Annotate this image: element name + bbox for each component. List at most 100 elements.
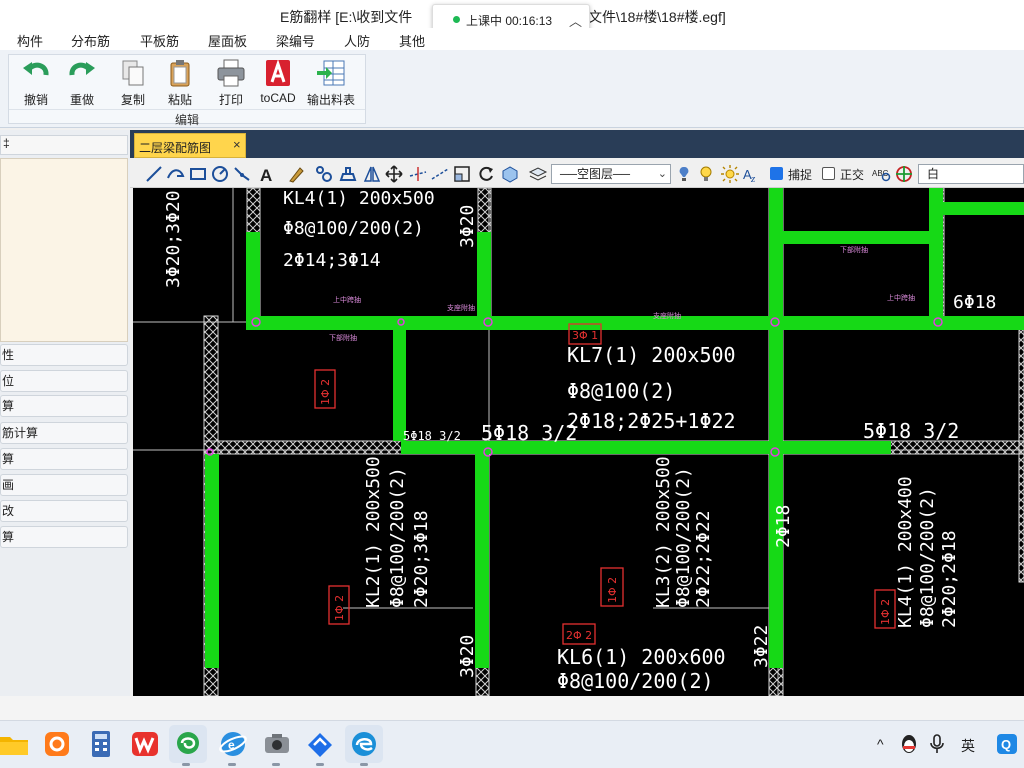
search-app-icon[interactable]: Q bbox=[996, 733, 1018, 755]
beam-3[interactable] bbox=[246, 232, 260, 316]
browser-icon[interactable]: e bbox=[218, 729, 248, 759]
efanyang-icon[interactable] bbox=[173, 729, 203, 759]
rectangle-tool-icon[interactable] bbox=[188, 164, 208, 184]
layer-visible-icon[interactable] bbox=[674, 164, 694, 184]
scale-tool-icon[interactable] bbox=[452, 164, 472, 184]
export-table-button[interactable]: 输出料表 bbox=[307, 57, 355, 107]
edge-icon[interactable] bbox=[349, 729, 379, 759]
move-tool-icon[interactable] bbox=[384, 164, 404, 184]
rebar-tag-4[interactable]: 1Φ 2 bbox=[600, 567, 624, 607]
microphone-icon[interactable] bbox=[928, 733, 946, 755]
text-style-icon[interactable]: Az bbox=[742, 164, 762, 184]
left-btn-modify[interactable]: 改 bbox=[0, 500, 128, 522]
print-button[interactable]: 打印 bbox=[207, 57, 255, 107]
dimension-tool-icon[interactable] bbox=[232, 164, 252, 184]
layer-dropdown[interactable]: ──空图层── ⌄ bbox=[551, 164, 671, 184]
calculator-icon[interactable] bbox=[86, 729, 116, 759]
brush-tool-icon[interactable] bbox=[286, 164, 306, 184]
beam-8[interactable] bbox=[393, 330, 406, 441]
layer-manager-icon[interactable] bbox=[528, 164, 548, 184]
trim-tool-icon[interactable] bbox=[408, 164, 428, 184]
tray-chevron-icon[interactable]: ^ bbox=[877, 736, 884, 752]
extend-tool-icon[interactable] bbox=[430, 164, 450, 184]
running-indicator bbox=[272, 763, 280, 766]
ribbon: 撤销 重做 复制 粘贴 打印 toCAD 输出料表 编辑 bbox=[0, 50, 1024, 128]
crosshair-icon[interactable] bbox=[894, 164, 914, 184]
beam-2[interactable] bbox=[401, 441, 891, 454]
ime-indicator[interactable]: 英 bbox=[961, 736, 975, 756]
left-btn-draw[interactable]: 画 bbox=[0, 474, 128, 496]
ortho-checkbox[interactable] bbox=[822, 167, 835, 180]
polyline-tool-icon[interactable] bbox=[166, 164, 186, 184]
rotate-tool-icon[interactable] bbox=[476, 164, 496, 184]
left-panel-list[interactable] bbox=[0, 158, 128, 342]
left-panel: ‡ 性 位 算 筋计算 算 画 改 算 bbox=[0, 130, 130, 696]
beam-label-22: 3Φ20 bbox=[457, 635, 478, 678]
left-btn-calc-2[interactable]: 算 bbox=[0, 448, 128, 470]
beam-11[interactable] bbox=[943, 202, 1024, 215]
beam-label-12: Φ8@100/200(2) bbox=[387, 467, 408, 608]
menu-beam-number[interactable]: 梁编号 bbox=[276, 31, 315, 50]
rebar-tag-6[interactable]: 1Φ 2 bbox=[874, 589, 896, 629]
window-title: E筋翻样 [E:\收到文件 bbox=[280, 9, 413, 25]
rebar-tag-2[interactable]: 1Φ 2 bbox=[314, 369, 336, 409]
left-btn-property[interactable]: 性 bbox=[0, 344, 128, 366]
redo-button[interactable]: 重做 bbox=[58, 57, 106, 107]
bulb-on-icon[interactable] bbox=[696, 164, 716, 184]
undo-button[interactable]: 撤销 bbox=[12, 57, 60, 107]
beam-label-8: 2Φ18;2Φ25+1Φ22 bbox=[567, 409, 736, 433]
rebar-tag-5[interactable]: 2Φ 2 bbox=[562, 623, 596, 645]
beam-5[interactable] bbox=[477, 232, 491, 316]
measure-tool-icon[interactable] bbox=[210, 164, 230, 184]
svg-text:下部附抽: 下部附抽 bbox=[329, 333, 357, 342]
stamp-tool-icon[interactable] bbox=[338, 164, 358, 184]
left-btn-calc-1[interactable]: 算 bbox=[0, 395, 128, 417]
menu-distribution-bar[interactable]: 分布筋 bbox=[71, 31, 110, 50]
left-panel-header[interactable]: ‡ bbox=[0, 135, 128, 155]
mirror-tool-icon[interactable] bbox=[362, 164, 382, 184]
left-btn-rebar-calc[interactable]: 筋计算 bbox=[0, 422, 128, 444]
camera-app-icon[interactable] bbox=[262, 729, 292, 759]
menu-civil-defense[interactable]: 人防 bbox=[344, 31, 370, 50]
beam-10[interactable] bbox=[929, 188, 943, 316]
left-btn-calc-3[interactable]: 算 bbox=[0, 526, 128, 548]
sun-icon[interactable] bbox=[720, 164, 740, 184]
running-indicator bbox=[228, 763, 236, 766]
beam-label-13: 2Φ20;3Φ18 bbox=[411, 510, 432, 608]
abc-search-icon[interactable]: ABC bbox=[872, 164, 892, 184]
beam-7[interactable] bbox=[769, 188, 783, 668]
tab-beam-drawing[interactable]: 二层梁配筋图 × bbox=[134, 133, 246, 158]
color-field[interactable]: 白 bbox=[918, 164, 1024, 184]
file-explorer-icon[interactable] bbox=[0, 729, 30, 759]
menu-other[interactable]: 其他 bbox=[399, 31, 425, 50]
text-tool-icon[interactable]: A bbox=[256, 164, 276, 184]
beam-label-23: 3Φ22 bbox=[751, 625, 772, 668]
beam-label-6: KL7(1) 200x500 bbox=[567, 343, 736, 367]
paste-button[interactable]: 粘贴 bbox=[156, 57, 204, 107]
beam-1[interactable] bbox=[246, 316, 1024, 330]
line-tool-icon[interactable] bbox=[144, 164, 164, 184]
snap-node-icon[interactable] bbox=[314, 164, 334, 184]
menu-roof-slab[interactable]: 屋面板 bbox=[208, 31, 247, 50]
close-icon[interactable]: × bbox=[233, 137, 241, 152]
snap-checkbox[interactable] bbox=[770, 167, 783, 180]
beam-label-9: 5Φ18 3/2 bbox=[481, 421, 577, 445]
svg-text:1Φ 2: 1Φ 2 bbox=[333, 595, 346, 621]
menu-component[interactable]: 构件 bbox=[17, 31, 43, 50]
3d-view-icon[interactable] bbox=[500, 164, 520, 184]
menu-slab-bar[interactable]: 平板筋 bbox=[140, 31, 179, 50]
menu-bar: 构件 分布筋 平板筋 屋面板 梁编号 人防 其他 bbox=[0, 28, 1024, 50]
settings-icon[interactable] bbox=[42, 729, 72, 759]
feishu-icon[interactable] bbox=[305, 729, 335, 759]
beam-label-10: 5Φ18 3/2 bbox=[863, 419, 959, 443]
copy-button[interactable]: 复制 bbox=[109, 57, 157, 107]
drawing-canvas[interactable]: 3Φ 1 1Φ 2 1Φ 2 1Φ 2 2Φ 2 1Φ 2 KL4(1) 200x500 Φ… bbox=[133, 188, 1024, 696]
tocad-button[interactable]: toCAD bbox=[254, 57, 302, 105]
left-btn-position[interactable]: 位 bbox=[0, 370, 128, 392]
wps-icon[interactable] bbox=[130, 729, 160, 759]
rebar-tag-3[interactable]: 1Φ 2 bbox=[328, 585, 350, 625]
qq-icon[interactable] bbox=[898, 733, 920, 755]
beam-4[interactable] bbox=[205, 454, 219, 668]
beam-9[interactable] bbox=[783, 231, 929, 244]
document-tab-strip: 二层梁配筋图 × bbox=[130, 130, 1024, 158]
